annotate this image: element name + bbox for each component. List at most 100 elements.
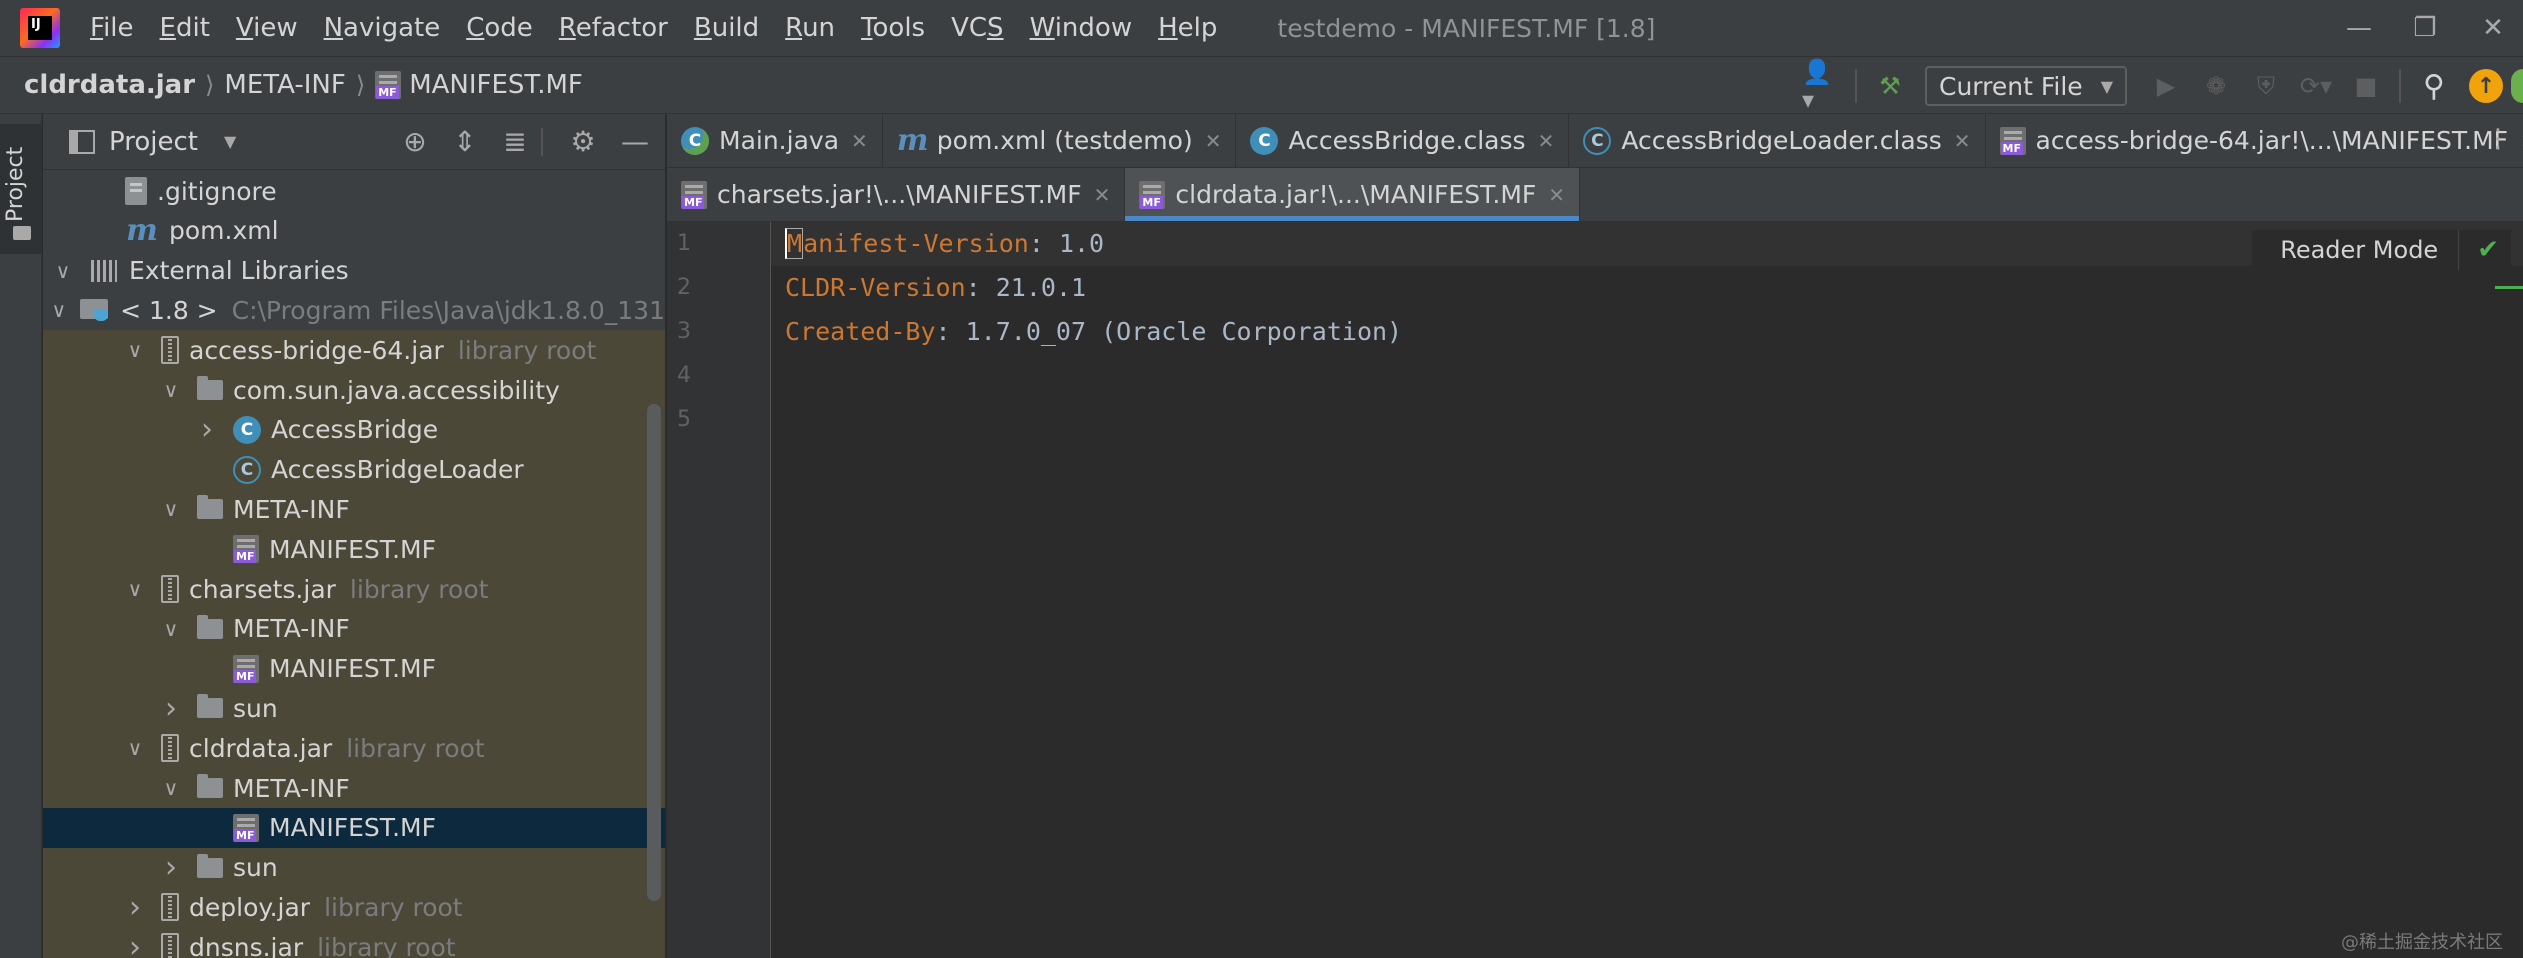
debug-icon[interactable]: ❁	[2196, 66, 2236, 106]
chevron-right-icon[interactable]: ›	[159, 850, 183, 885]
editor-tab[interactable]: C Main.java ✕	[667, 114, 883, 167]
collapse-all-icon[interactable]: ≣	[497, 124, 533, 160]
more-tabs-icon[interactable]: ⋮	[2483, 124, 2513, 158]
build-hammer-icon[interactable]: ⚒	[1870, 66, 1910, 106]
menu-vcs[interactable]: VCS	[951, 13, 1003, 43]
toolbar-divider	[2399, 69, 2401, 103]
tree-item[interactable]: ›MANIFEST.MF	[43, 529, 665, 570]
menu-navigate[interactable]: Navigate	[324, 13, 441, 43]
chevron-right-icon[interactable]: ›	[123, 930, 147, 958]
chevron-down-icon[interactable]: ∨	[159, 497, 183, 521]
editor-tab[interactable]: charsets.jar!\...\MANIFEST.MF ✕	[667, 168, 1126, 221]
tree-item[interactable]: › deploy.jar library root	[43, 887, 665, 928]
close-tab-icon[interactable]: ✕	[851, 129, 868, 153]
tree-scrollbar[interactable]	[647, 404, 661, 901]
tree-item[interactable]: ∨ External Libraries	[43, 251, 665, 291]
code-line[interactable]	[771, 354, 2523, 398]
tree-item-hint: C:\Program Files\Java\jdk1.8.0_131	[231, 295, 665, 325]
menu-build[interactable]: Build	[694, 13, 759, 43]
code-editor[interactable]: Manifest-Version: 1.0 CLDR-Version: 21.0.…	[771, 222, 2523, 958]
chevron-down-icon[interactable]: ∨	[159, 776, 183, 800]
intellij-logo-icon[interactable]: IJ	[20, 8, 60, 48]
tree-item[interactable]: › sun	[43, 847, 665, 888]
close-tab-icon[interactable]: ✕	[1538, 129, 1555, 153]
editor-tab[interactable]: access-bridge-64.jar!\...\MANIFEST.MF✕	[1986, 114, 2523, 167]
tree-item[interactable]: › C AccessBridge	[43, 409, 665, 450]
menu-help[interactable]: Help	[1158, 13, 1217, 43]
stop-icon[interactable]: ■	[2346, 66, 2386, 106]
tree-item[interactable]: ∨ META-INF	[43, 608, 665, 649]
run-configuration-label: Current File	[1939, 71, 2083, 101]
menu-refactor[interactable]: Refactor	[559, 13, 668, 43]
chevron-right-icon[interactable]: ›	[159, 691, 183, 726]
tree-item[interactable]: ›MANIFEST.MF	[43, 648, 665, 689]
chevron-down-icon[interactable]: ∨	[123, 577, 147, 601]
minimize-icon[interactable]: —	[2329, 10, 2389, 46]
maven-icon: m	[896, 122, 929, 158]
chevron-down-icon[interactable]: ∨	[123, 338, 147, 362]
chevron-down-icon[interactable]: ∨	[51, 259, 75, 283]
gear-icon[interactable]: ⚙	[565, 124, 601, 160]
inspection-ok-check-icon[interactable]: ✔	[2459, 235, 2511, 265]
user-account-icon[interactable]: 👤▾	[1802, 58, 1842, 114]
code-line[interactable]	[771, 398, 2523, 442]
breadcrumb-item-folder[interactable]: META-INF	[224, 70, 345, 100]
chevron-down-icon[interactable]: ∨	[159, 617, 183, 641]
expand-all-icon[interactable]: ⇕	[447, 124, 483, 160]
breadcrumb-item-jar[interactable]: cldrdata.jar	[24, 70, 195, 100]
coverage-icon[interactable]: ⛨	[2246, 66, 2286, 106]
tree-item[interactable]: ›MANIFEST.MF	[43, 807, 665, 848]
code-line[interactable]: Created-By: 1.7.0_07 (Oracle Corporation…	[771, 310, 2523, 354]
chevron-down-icon[interactable]: ▼	[224, 132, 236, 151]
close-tab-icon[interactable]: ✕	[1205, 129, 1222, 153]
restore-icon[interactable]: ❐	[2395, 10, 2455, 46]
editor-tab[interactable]: C AccessBridge.class ✕	[1236, 114, 1570, 167]
close-tab-icon[interactable]: ✕	[1954, 129, 1971, 153]
close-window-icon[interactable]: ✕	[2463, 10, 2523, 46]
chevron-right-icon[interactable]: ›	[123, 890, 147, 925]
menu-run[interactable]: Run	[785, 13, 835, 43]
close-tab-icon[interactable]: ✕	[1548, 183, 1565, 207]
update-available-icon[interactable]: ↑	[2469, 69, 2503, 103]
menu-edit[interactable]: Edit	[160, 13, 210, 43]
tree-item[interactable]: ∨ access-bridge-64.jar library root	[43, 330, 665, 371]
locate-file-icon[interactable]: ⊕	[397, 124, 433, 160]
code-line[interactable]: CLDR-Version: 21.0.1	[771, 266, 2523, 310]
menu-view[interactable]: View	[236, 13, 298, 43]
tree-item[interactable]: ∨ META-INF	[43, 489, 665, 530]
tree-item[interactable]: ∨ com.sun.java.accessibility	[43, 370, 665, 410]
tree-item-label: pom.xml	[169, 216, 279, 246]
tree-item[interactable]: ∨ cldrdata.jar library root	[43, 728, 665, 769]
menu-window[interactable]: Window	[1030, 13, 1133, 43]
tree-item[interactable]: › sun	[43, 688, 665, 729]
chevron-down-icon[interactable]: ∨	[51, 298, 66, 322]
project-view-title[interactable]: Project	[109, 127, 198, 157]
search-icon[interactable]: ⚲	[2414, 66, 2454, 106]
tree-item[interactable]: ∨ META-INF	[43, 768, 665, 808]
run-icon[interactable]: ▶	[2146, 66, 2186, 106]
tree-item[interactable]: ∨ < 1.8 > C:\Program Files\Java\jdk1.8.0_1…	[43, 290, 665, 330]
editor-tab[interactable]: cldrdata.jar!\...\MANIFEST.MF ✕	[1125, 168, 1581, 221]
menu-code[interactable]: Code	[466, 13, 533, 43]
tree-item[interactable]: ∨ charsets.jar library root	[43, 569, 665, 609]
editor-tab[interactable]: C AccessBridgeLoader.class ✕	[1569, 114, 1986, 167]
project-tool-button[interactable]: Project	[0, 124, 42, 254]
tree-item[interactable]: ›CAccessBridgeLoader	[43, 449, 665, 490]
chevron-right-icon[interactable]: ›	[195, 412, 219, 447]
editor-tab[interactable]: m pom.xml (testdemo) ✕	[883, 114, 1237, 167]
tree-item[interactable]: ›.gitignore	[43, 171, 665, 211]
plugin-icon[interactable]	[2511, 69, 2523, 103]
run-configuration-dropdown[interactable]: Current File ▼	[1925, 66, 2127, 106]
menu-tools[interactable]: Tools	[861, 13, 925, 43]
chevron-down-icon[interactable]: ∨	[123, 736, 147, 760]
breadcrumb-item-file[interactable]: MANIFEST.MF	[409, 70, 583, 100]
chevron-down-icon[interactable]: ∨	[159, 378, 183, 402]
editor-gutter: 1 2 3 4 5	[667, 222, 771, 958]
hide-panel-icon[interactable]: —	[617, 124, 653, 160]
tree-item[interactable]: › dnsns.jar library root	[43, 927, 665, 958]
tree-item[interactable]: ›mpom.xml	[43, 211, 665, 251]
profile-icon[interactable]: ⟳▾	[2296, 66, 2336, 106]
reader-mode-toggle[interactable]: Reader Mode ✔	[2252, 230, 2511, 270]
menu-file[interactable]: File	[90, 13, 134, 43]
close-tab-icon[interactable]: ✕	[1094, 183, 1111, 207]
